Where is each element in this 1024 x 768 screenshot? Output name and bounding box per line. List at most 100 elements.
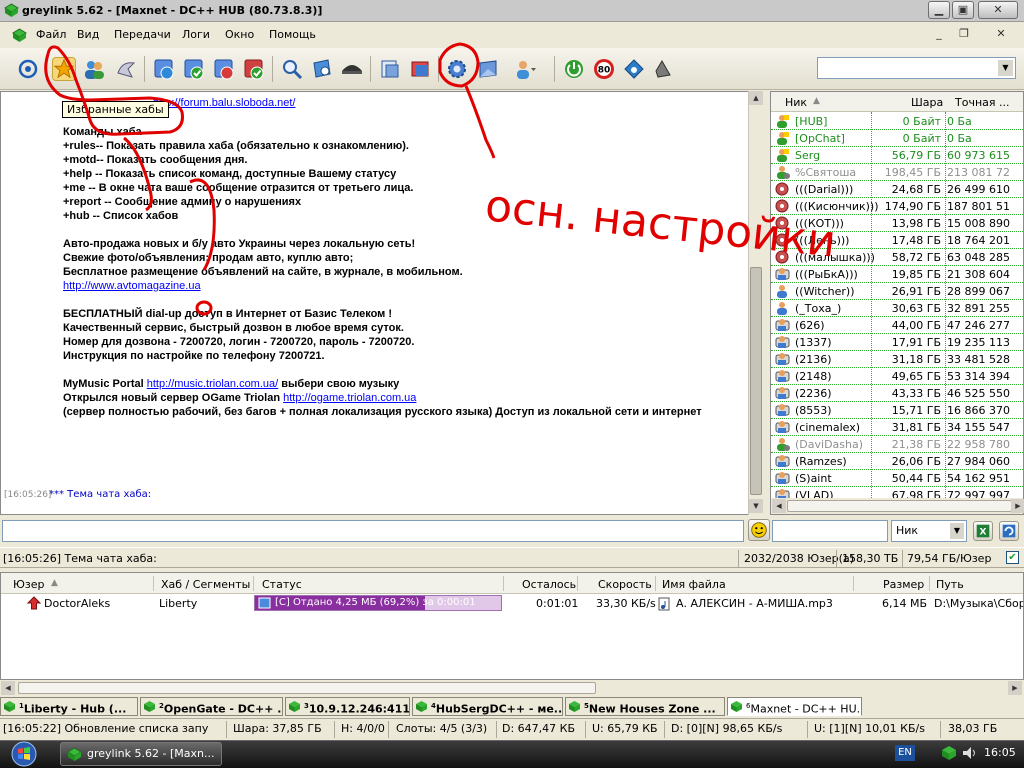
- col-speed[interactable]: Скорость: [598, 578, 652, 591]
- user-list-hscroll-thumb[interactable]: [787, 500, 1012, 512]
- scroll-up-icon[interactable]: ▲: [749, 91, 763, 105]
- mdi-close-button[interactable]: ✕: [992, 27, 1010, 42]
- list-item[interactable]: (((Darial))) 24,68 ГБ 26 499 610: [771, 181, 1023, 198]
- col-user[interactable]: Юзер: [13, 578, 44, 591]
- list-item[interactable]: (S)aint 50,44 ГБ 54 162 951: [771, 470, 1023, 487]
- hub-combo[interactable]: ▼: [817, 57, 1016, 79]
- col-exact-share[interactable]: Точная ...: [955, 96, 1009, 109]
- menu-window[interactable]: Окно: [225, 28, 254, 41]
- search-icon[interactable]: [280, 57, 304, 81]
- hub-tab[interactable]: 6Maxnet - DC++ HU...: [727, 697, 862, 716]
- scroll-left-icon[interactable]: ◀: [772, 499, 786, 513]
- volume-icon[interactable]: [962, 746, 978, 760]
- filter-refresh-button[interactable]: [999, 521, 1019, 541]
- col-nick[interactable]: Ник: [785, 96, 807, 109]
- list-item[interactable]: (((РыБкА))) 19,85 ГБ 21 308 604: [771, 266, 1023, 283]
- list-item[interactable]: (_Тоха_) 30,63 ГБ 32 891 255: [771, 300, 1023, 317]
- start-button[interactable]: [4, 740, 42, 768]
- chevron-down-icon[interactable]: ▼: [950, 523, 964, 539]
- menu-help[interactable]: Помощь: [269, 28, 316, 41]
- finished-downloads-icon[interactable]: [182, 57, 206, 81]
- list-item[interactable]: ((Witcher)) 26,91 ГБ 28 899 067: [771, 283, 1023, 300]
- language-indicator[interactable]: EN: [895, 745, 915, 761]
- list-item[interactable]: %Святоша 198,45 ГБ 213 081 72: [771, 164, 1023, 181]
- list-item[interactable]: (((КОТ))) 13,98 ГБ 15 008 890: [771, 215, 1023, 232]
- scroll-down-icon[interactable]: ▼: [749, 499, 763, 513]
- minimize-button[interactable]: ▁: [928, 1, 950, 19]
- message-input[interactable]: [2, 520, 744, 542]
- finished-uploads-icon[interactable]: [242, 57, 266, 81]
- col-time-left[interactable]: Осталось: [522, 578, 576, 591]
- chevron-down-icon[interactable]: ▼: [998, 60, 1013, 76]
- settings-icon[interactable]: [445, 57, 469, 81]
- reconnect-icon[interactable]: [16, 57, 40, 81]
- chat-scrollbar-thumb[interactable]: [750, 267, 762, 495]
- refresh-file-list-icon[interactable]: [408, 57, 432, 81]
- user-list-hscrollbar[interactable]: ◀ ▶: [771, 498, 1024, 514]
- chat-link[interactable]: http://ogame.triolan.com.ua: [283, 392, 416, 404]
- mdi-minimize-button[interactable]: _: [930, 27, 948, 42]
- notepad-icon[interactable]: [622, 57, 646, 81]
- col-filename[interactable]: Имя файла: [662, 578, 726, 591]
- emoticon-button[interactable]: [748, 519, 770, 541]
- queue-icon[interactable]: [152, 57, 176, 81]
- filter-apply-button[interactable]: X: [973, 521, 993, 541]
- list-item[interactable]: (((малышка))) 58,72 ГБ 63 048 285: [771, 249, 1023, 266]
- scroll-right-icon[interactable]: ▶: [1011, 499, 1024, 513]
- waiting-users-icon[interactable]: [212, 57, 236, 81]
- user-filter-input[interactable]: [772, 520, 888, 542]
- list-item[interactable]: (DaviDasha) 21,38 ГБ 22 958 780: [771, 436, 1023, 453]
- list-item[interactable]: (2236) 43,33 ГБ 46 525 550: [771, 385, 1023, 402]
- menu-logs[interactable]: Логи: [182, 28, 210, 41]
- list-item[interactable]: (1337) 17,91 ГБ 19 235 113: [771, 334, 1023, 351]
- hub-tab[interactable]: 5New Houses Zone ...: [565, 697, 725, 716]
- list-item[interactable]: (2136) 31,18 ГБ 33 481 528: [771, 351, 1023, 368]
- col-status[interactable]: Статус: [262, 578, 302, 591]
- close-button[interactable]: ✕: [978, 1, 1018, 19]
- sound-icon[interactable]: [652, 57, 676, 81]
- search-spy-icon[interactable]: [340, 57, 364, 81]
- list-item[interactable]: Serg 56,79 ГБ 60 973 615: [771, 147, 1023, 164]
- forum-link[interactable]: http://forum.balu.sloboda.net/: [153, 97, 295, 109]
- network-stats-icon[interactable]: [476, 57, 500, 81]
- table-row[interactable]: DoctorAleks Liberty [С] Отдано 4,25 МБ (…: [1, 595, 1023, 613]
- ignored-users-icon[interactable]: [114, 57, 138, 81]
- title-bar[interactable]: greylink 5.62 - [Maxnet - DC++ HUB (80.7…: [0, 0, 1024, 22]
- list-item[interactable]: (((Кисюнчик))) 174,90 ГБ 187 801 51: [771, 198, 1023, 215]
- list-item[interactable]: (Ramzes) 26,06 ГБ 27 984 060: [771, 453, 1023, 470]
- chat-area[interactable]: http://forum.balu.sloboda.net/ Команды х…: [0, 91, 764, 515]
- list-item[interactable]: [OpChat] 0 Байт 0 Ба: [771, 130, 1023, 147]
- hub-tab[interactable]: 4HubSergDC++ - ме...: [412, 697, 563, 716]
- user-list-toggle-checkbox[interactable]: ✔: [1006, 551, 1019, 564]
- limiter-icon[interactable]: 80: [592, 57, 616, 81]
- list-item[interactable]: (8553) 15,71 ГБ 16 866 370: [771, 402, 1023, 419]
- transfer-list[interactable]: Юзер ▲ Хаб / Сегменты Статус Осталось Ск…: [0, 572, 1024, 680]
- list-item[interactable]: (((Лень))) 17,48 ГБ 18 764 201: [771, 232, 1023, 249]
- mdi-restore-button[interactable]: ❐: [955, 27, 973, 42]
- menu-view[interactable]: Вид: [77, 28, 99, 41]
- favorite-users-icon[interactable]: [82, 57, 106, 81]
- list-item[interactable]: [HUB] 0 Байт 0 Ба: [771, 113, 1023, 130]
- scroll-right-icon[interactable]: ▶: [1008, 681, 1022, 695]
- menu-transfers[interactable]: Передачи: [114, 28, 171, 41]
- list-item[interactable]: (cinemalex) 31,81 ГБ 34 155 547: [771, 419, 1023, 436]
- adl-search-icon[interactable]: [310, 57, 334, 81]
- user-list[interactable]: Ник ▲ Шара Точная ... [HUB] 0 Байт 0 Ба [Op…: [770, 91, 1024, 515]
- list-item[interactable]: (2148) 49,65 ГБ 53 314 394: [771, 368, 1023, 385]
- child-window-icon[interactable]: [12, 28, 27, 43]
- chat-link[interactable]: http://music.triolan.com.ua/: [147, 378, 278, 390]
- col-share[interactable]: Шара: [911, 96, 943, 109]
- filter-column-select[interactable]: Ник ▼: [891, 520, 967, 542]
- hub-tab[interactable]: 310.9.12.246:411: [285, 697, 410, 716]
- maximize-button[interactable]: ▣: [952, 1, 974, 19]
- col-path[interactable]: Путь: [936, 578, 964, 591]
- menu-file[interactable]: Файл: [36, 28, 66, 41]
- scroll-left-icon[interactable]: ◀: [1, 681, 15, 695]
- away-icon[interactable]: [512, 57, 536, 81]
- transfer-hscroll-thumb[interactable]: [18, 682, 596, 694]
- col-size[interactable]: Размер: [883, 578, 924, 591]
- connect-icon[interactable]: [562, 57, 586, 81]
- col-hub[interactable]: Хаб / Сегменты: [161, 578, 250, 591]
- hub-tab[interactable]: 2OpenGate - DC++ ...: [140, 697, 283, 716]
- taskbar-window-button[interactable]: greylink 5.62 - [Maxn...: [60, 742, 222, 766]
